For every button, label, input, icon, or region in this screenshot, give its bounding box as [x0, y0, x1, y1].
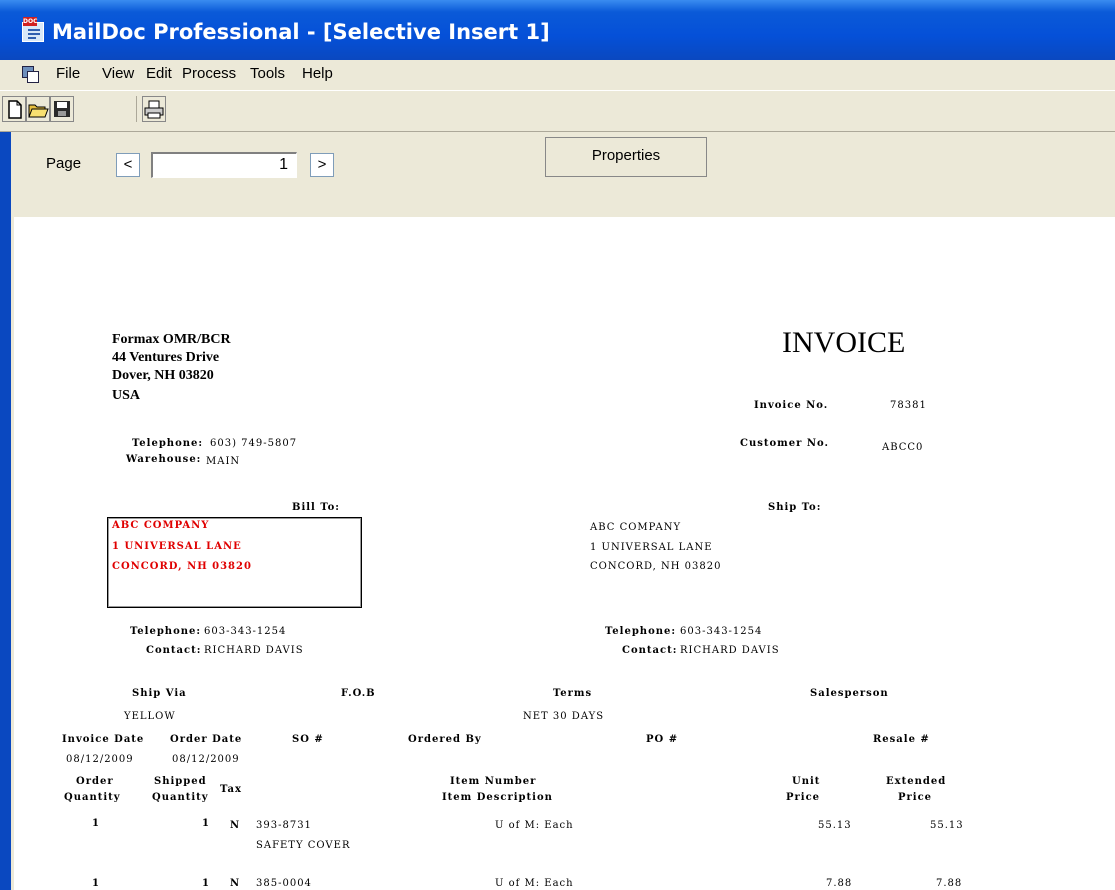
- line2-tax: N: [230, 878, 241, 889]
- ship-via-value: YELLOW: [124, 711, 176, 722]
- line2-ext-price: 7.88: [936, 878, 963, 889]
- line1-unit-price: 55.13: [818, 820, 852, 831]
- bill-to-line1: ABC COMPANY: [112, 520, 210, 531]
- customer-no-value: ABCC0: [882, 442, 924, 453]
- ship-phone-value: 603-343-1254: [680, 626, 763, 637]
- page-label: Page: [46, 155, 82, 172]
- line1-shipped-qty: 1: [202, 818, 210, 829]
- col-item-1: Item Number: [450, 776, 537, 787]
- ship-to-line2: 1 UNIVERSAL LANE: [590, 542, 713, 553]
- open-folder-icon: [28, 104, 49, 118]
- properties-button[interactable]: Properties: [545, 137, 707, 177]
- ship-to-label: Ship To:: [768, 502, 822, 513]
- col-tax: Tax: [220, 784, 242, 795]
- salesperson-label: Salesperson: [810, 688, 889, 699]
- col-order-qty-2: Quantity: [64, 792, 121, 803]
- company-country: USA: [112, 388, 141, 403]
- po-label: PO #: [646, 734, 679, 745]
- bill-contact-label: Contact:: [146, 645, 202, 656]
- printer-icon: [144, 100, 164, 119]
- page-number-input[interactable]: 1: [151, 152, 297, 178]
- line2-item: 385-0004: [256, 878, 312, 889]
- invoice-no-label: Invoice No.: [754, 400, 829, 411]
- bill-to-line2: 1 UNIVERSAL LANE: [112, 541, 242, 552]
- invoice-date-label: Invoice Date: [62, 734, 145, 745]
- line2-uom: U of M: Each: [495, 878, 574, 889]
- ship-contact-label: Contact:: [622, 645, 678, 656]
- col-shipped-qty-2: Quantity: [152, 792, 209, 803]
- next-page-button[interactable]: >: [310, 153, 334, 177]
- company-city: Dover, NH 03820: [112, 368, 214, 383]
- terms-value: NET 30 DAYS: [523, 711, 605, 722]
- line1-order-qty: 1: [92, 818, 100, 829]
- order-date-value: 08/12/2009: [172, 754, 240, 765]
- menu-help[interactable]: Help: [302, 65, 333, 82]
- warehouse-label: Warehouse:: [126, 454, 202, 465]
- col-order-qty-1: Order: [76, 776, 114, 787]
- line1-ext-price: 55.13: [930, 820, 964, 831]
- col-item-2: Item Description: [442, 792, 553, 803]
- order-date-label: Order Date: [170, 734, 243, 745]
- line1-item: 393-8731: [256, 820, 312, 831]
- save-disk-icon: [54, 101, 70, 117]
- company-name: Formax OMR/BCR: [112, 332, 231, 347]
- customer-no-label: Customer No.: [740, 438, 829, 449]
- bill-to-line3: CONCORD, NH 03820: [112, 561, 252, 572]
- open-button[interactable]: [26, 96, 50, 122]
- line1-uom: U of M: Each: [495, 820, 574, 831]
- ship-phone-label: Telephone:: [605, 626, 677, 637]
- line1-description: SAFETY COVER: [256, 840, 351, 851]
- ship-to-line1: ABC COMPANY: [590, 522, 682, 533]
- ship-via-label: Ship Via: [132, 688, 187, 699]
- window-frame-left: [0, 132, 11, 890]
- col-unit-1: Unit: [792, 776, 821, 787]
- terms-label: Terms: [553, 688, 593, 699]
- new-document-button[interactable]: [2, 96, 26, 122]
- col-shipped-qty-1: Shipped: [154, 776, 207, 787]
- save-button[interactable]: [50, 96, 74, 122]
- document-menu-icon[interactable]: [22, 66, 39, 83]
- window-title: MailDoc Professional - [Selective Insert…: [52, 20, 550, 44]
- toolbar: [0, 91, 1115, 132]
- warehouse-value: MAIN: [206, 456, 241, 467]
- menu-edit[interactable]: Edit: [146, 65, 172, 82]
- invoice-title: INVOICE: [782, 326, 906, 359]
- ordered-by-label: Ordered By: [408, 734, 482, 745]
- menu-process[interactable]: Process: [182, 65, 236, 82]
- fob-label: F.O.B: [341, 688, 376, 699]
- line2-unit-price: 7.88: [826, 878, 853, 889]
- line2-shipped-qty: 1: [202, 878, 210, 889]
- menu-tools[interactable]: Tools: [250, 65, 285, 82]
- bill-phone-value: 603-343-1254: [204, 626, 287, 637]
- menu-file[interactable]: File: [56, 65, 80, 82]
- invoice-no-value: 78381: [890, 400, 927, 411]
- bill-contact-value: RICHARD DAVIS: [204, 645, 304, 656]
- resale-label: Resale #: [873, 734, 930, 745]
- line1-tax: N: [230, 820, 241, 831]
- print-button[interactable]: [142, 96, 166, 122]
- col-ext-1: Extended: [886, 776, 947, 787]
- menu-view[interactable]: View: [102, 65, 134, 82]
- invoice-date-value: 08/12/2009: [66, 754, 134, 765]
- ship-to-line3: CONCORD, NH 03820: [590, 561, 722, 572]
- toolbar-separator: [136, 96, 137, 122]
- telephone-value: 603) 749-5807: [210, 438, 298, 449]
- ship-contact-value: RICHARD DAVIS: [680, 645, 780, 656]
- bill-phone-label: Telephone:: [130, 626, 202, 637]
- bill-to-label: Bill To:: [292, 502, 340, 513]
- app-icon[interactable]: DOC: [22, 17, 44, 42]
- line2-order-qty: 1: [92, 878, 100, 889]
- col-unit-2: Price: [786, 792, 821, 803]
- telephone-label: Telephone:: [132, 438, 204, 449]
- company-address: 44 Ventures Drive: [112, 350, 220, 365]
- new-document-icon: [8, 100, 22, 119]
- so-label: SO #: [292, 734, 324, 745]
- col-ext-2: Price: [898, 792, 933, 803]
- prev-page-button[interactable]: <: [116, 153, 140, 177]
